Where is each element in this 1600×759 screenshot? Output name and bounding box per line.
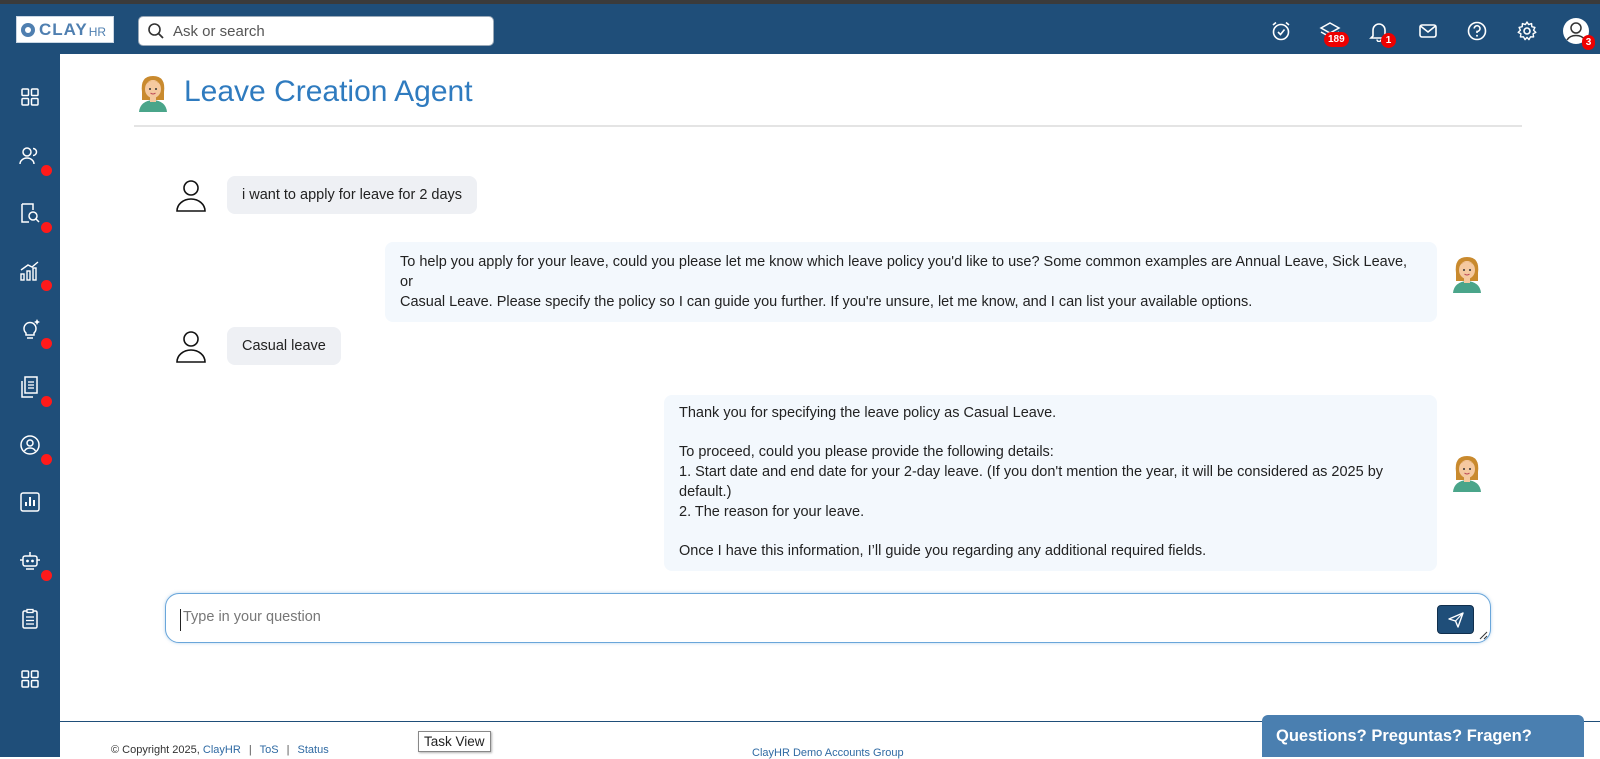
page-title: Leave Creation Agent [184,75,473,108]
sidebar-item-people[interactable] [17,143,52,176]
chat-message-user: Casual leave [175,327,341,365]
sidebar-item-ai-agents[interactable] [17,548,52,581]
sidebar-item-ideas[interactable] [17,316,52,349]
title-divider [134,125,1522,127]
user-message-bubble: i want to apply for leave for 2 days [227,176,478,214]
sidebar-notification-dot [41,396,52,407]
notifications-badge: 1 [1381,33,1396,48]
help-chat-tab[interactable]: Questions? Preguntas? Fragen? [1262,715,1584,757]
sidebar-item-apps[interactable] [17,666,43,692]
status-link[interactable]: Status [298,744,329,756]
sidebar-notification-dot [41,338,52,349]
sidebar-item-reports[interactable] [17,489,43,515]
sidebar-item-documents[interactable] [17,374,52,407]
sidebar-item-profile[interactable] [17,432,52,465]
search-icon [148,23,164,39]
sidebar-item-recruiting[interactable] [17,200,52,233]
tos-link[interactable]: ToS [260,744,279,756]
global-search[interactable] [138,16,494,46]
bot-avatar [1450,253,1484,298]
left-sidebar [0,54,60,757]
bot-message-bubble: To help you apply for your leave, could … [385,242,1437,322]
bot-message-line: Once I have this information, I’ll guide… [679,543,1207,559]
company-link[interactable]: ClayHR [203,744,241,756]
task-view-tooltip: Task View [418,731,491,752]
sidebar-item-performance[interactable] [17,258,52,291]
user-outline-icon [176,180,206,212]
footer-separator: | [286,744,290,756]
user-circle-icon [20,435,40,455]
gear-icon [1517,21,1537,41]
bot-message-spacer [679,423,1422,442]
question-input[interactable] [180,609,1380,631]
profile-badge: 3 [1582,35,1595,50]
agent-avatar-icon [139,76,167,112]
bot-message-bubble: Thank you for specifying the leave polic… [664,395,1437,571]
bot-avatar [1450,452,1484,497]
logo-text: CLAY [39,19,88,39]
search-input[interactable] [173,22,473,40]
layers-badge: 189 [1324,32,1349,47]
people-icon [19,147,38,165]
demo-group-link[interactable]: ClayHR Demo Accounts Group [752,747,904,759]
agent-avatar-icon [1453,456,1481,492]
send-button[interactable] [1437,605,1474,634]
bot-message-spacer [679,522,1422,541]
documents-icon [21,376,38,398]
logo-suffix: HR [88,24,107,39]
sidebar-notification-dot [41,222,52,233]
help-button[interactable] [1465,19,1489,43]
sidebar-notification-dot [41,570,52,581]
page-header: Leave Creation Agent [136,68,473,116]
user-outline-icon [176,331,206,363]
messages-button[interactable] [1416,19,1440,43]
mail-icon [1419,24,1437,38]
bot-message-line: To proceed, could you please provide the… [679,444,1054,460]
alarm-clock-button[interactable] [1269,19,1293,43]
bot-message-line: Casual Leave. Please specify the policy … [400,294,1253,310]
bot-message-line: 1. Start date and end date for your 2-da… [679,464,1384,500]
document-search-icon [21,203,40,223]
copyright-text: © Copyright 2025, [111,744,200,756]
bot-message-line: To help you apply for your leave, could … [400,254,1408,290]
chat-composer [165,593,1491,643]
layers-button[interactable]: 189 [1318,19,1349,47]
alarm-clock-icon [1272,21,1290,41]
sidebar-notification-dot [41,454,52,465]
grid-icon [21,88,39,106]
footer-copyright: © Copyright 2025, ClayHR | ToS | Status [111,744,329,756]
resize-grip-icon[interactable] [1478,630,1488,640]
bot-message-line: Thank you for specifying the leave polic… [679,405,1057,421]
user-profile-button[interactable]: 3 [1562,17,1595,50]
robot-icon [20,552,40,570]
bot-message-line: 2. The reason for your leave. [679,504,865,520]
growth-chart-icon [20,261,39,281]
sidebar-notification-dot [41,165,52,176]
sidebar-item-tasks[interactable] [17,606,43,632]
send-icon [1447,611,1464,628]
sidebar-notification-dot [41,280,52,291]
sidebar-item-dashboard[interactable] [17,84,43,110]
bar-chart-icon [20,492,40,512]
chat-message-user: i want to apply for leave for 2 days [175,176,478,214]
settings-button[interactable] [1515,19,1539,43]
notifications-button[interactable]: 1 [1367,19,1396,48]
footer-separator: | [248,744,252,756]
help-icon [1467,21,1487,41]
user-message-bubble: Casual leave [227,327,341,365]
clayhr-logo[interactable]: CLAY HR [16,16,114,43]
top-navigation-bar: CLAY HR 189 1 3 [0,4,1600,54]
agent-avatar-icon [1453,257,1481,293]
apps-grid-icon [21,670,39,688]
logo-mark-icon [21,22,35,37]
clipboard-icon [22,608,38,629]
lightbulb-icon [23,319,40,339]
